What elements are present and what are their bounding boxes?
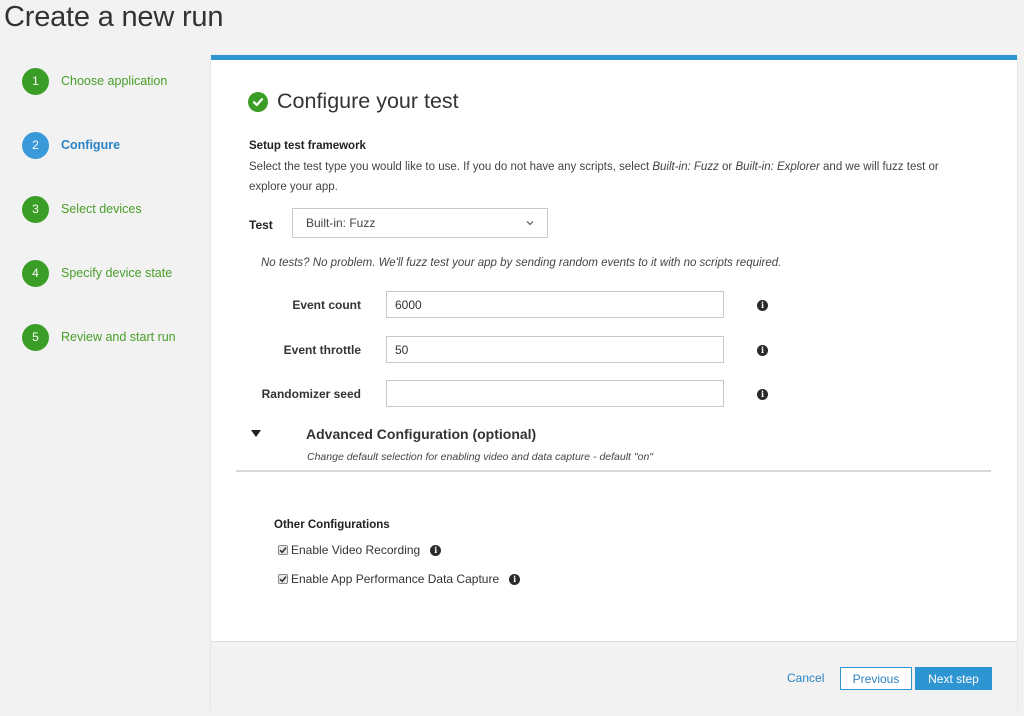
step-specify-device-state[interactable]: 4 Specify device state [22, 259, 172, 287]
video-recording-checkbox[interactable] [278, 545, 288, 555]
test-type-select[interactable]: Built-in: Fuzz [292, 208, 548, 238]
info-icon[interactable]: i [757, 345, 768, 356]
performance-capture-label: Enable App Performance Data Capture [291, 572, 500, 586]
step-number: 4 [22, 259, 49, 287]
step-number: 3 [22, 195, 49, 223]
randomizer-seed-input[interactable] [386, 380, 724, 407]
event-throttle-label: Event throttle [283, 343, 361, 357]
section-title: Configure your test [277, 89, 459, 113]
cancel-button[interactable]: Cancel [787, 671, 824, 685]
step-choose-application[interactable]: 1 Choose application [22, 67, 167, 95]
step-number: 5 [22, 323, 49, 351]
section-header: Configure your test [248, 89, 459, 114]
info-icon[interactable]: i [757, 389, 768, 400]
performance-capture-checkbox[interactable] [278, 574, 288, 584]
check-circle-icon [248, 91, 268, 112]
explorer-option-name: Built-in: Explorer [735, 161, 820, 173]
step-review-and-start-run[interactable]: 5 Review and start run [22, 323, 176, 351]
performance-capture-option: Enable App Performance Data Capture i [278, 572, 521, 586]
configure-panel: Configure your test Setup test framework… [211, 55, 1017, 715]
advanced-config-description: Change default selection for enabling vi… [307, 451, 654, 463]
step-label: Configure [61, 138, 121, 152]
info-icon[interactable]: i [430, 544, 442, 556]
step-label: Review and start run [61, 330, 176, 344]
framework-description: Select the test type you would like to u… [249, 161, 939, 193]
test-label: Test [249, 218, 273, 232]
step-number: 1 [22, 67, 49, 95]
step-label: Select devices [61, 202, 142, 216]
step-label: Choose application [61, 74, 168, 88]
randomizer-seed-label: Randomizer seed [261, 387, 361, 401]
section-divider [236, 470, 991, 472]
info-icon[interactable]: i [757, 300, 768, 311]
step-label: Specify device state [61, 266, 173, 280]
other-configurations-title: Other Configurations [274, 519, 390, 531]
fuzz-option-name: Built-in: Fuzz [652, 161, 719, 173]
info-icon[interactable]: i [509, 573, 521, 585]
step-configure[interactable]: 2 Configure [22, 131, 120, 159]
framework-title: Setup test framework [249, 140, 366, 152]
wizard-footer: Cancel Previous Next step [211, 641, 1017, 715]
event-throttle-input[interactable] [386, 336, 724, 363]
event-count-label: Event count [292, 298, 361, 312]
page-title: Create a new run [4, 1, 224, 33]
advanced-config-title[interactable]: Advanced Configuration (optional) [306, 426, 536, 442]
previous-button[interactable]: Previous [840, 667, 912, 690]
video-recording-label: Enable Video Recording [291, 543, 421, 557]
step-number: 2 [22, 131, 49, 159]
no-tests-message: No tests? No problem. We'll fuzz test yo… [261, 257, 782, 269]
video-recording-option: Enable Video Recording i [278, 543, 442, 557]
next-step-button[interactable]: Next step [915, 667, 992, 690]
collapse-caret-icon[interactable] [251, 430, 261, 437]
test-type-value: Built-in: Fuzz [306, 216, 376, 230]
step-select-devices[interactable]: 3 Select devices [22, 195, 142, 223]
chevron-down-icon [525, 217, 535, 231]
event-count-input[interactable] [386, 291, 724, 318]
